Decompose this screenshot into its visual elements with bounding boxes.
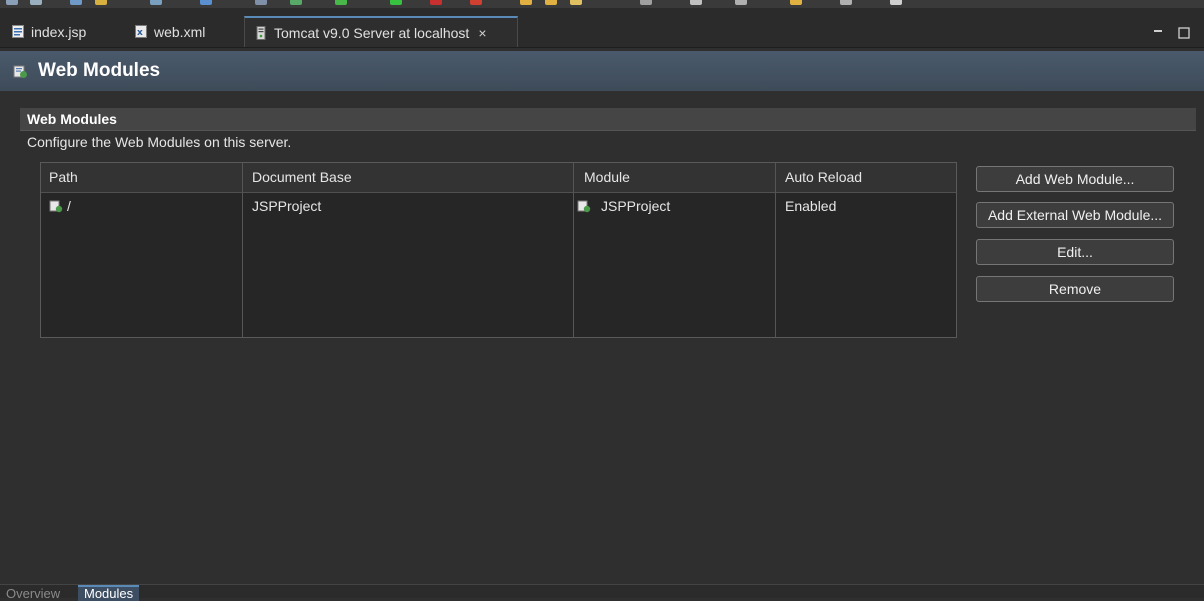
row-module: JSPProject — [601, 198, 671, 214]
tab-label: index.jsp — [31, 23, 87, 40]
toolbar-icon[interactable] — [790, 0, 802, 5]
toolbar-icon[interactable] — [70, 0, 82, 5]
minimize-icon[interactable] — [1153, 27, 1163, 41]
section-title: Web Modules — [27, 111, 117, 127]
tomcat-server-icon — [255, 26, 267, 40]
column-divider — [775, 163, 776, 337]
column-header-document-base[interactable]: Document Base — [252, 169, 352, 185]
tab-label: web.xml — [154, 23, 206, 40]
xml-file-icon: x — [135, 25, 147, 38]
tab-overview[interactable]: Overview — [6, 587, 60, 601]
jsp-file-icon — [12, 25, 24, 38]
section-description: Configure the Web Modules on this server… — [27, 134, 292, 150]
add-web-module-button[interactable]: Add Web Module... — [976, 166, 1174, 192]
toolbar-icon[interactable] — [290, 0, 302, 5]
edit-button[interactable]: Edit... — [976, 239, 1174, 265]
column-header-path[interactable]: Path — [49, 169, 78, 185]
add-external-web-module-button[interactable]: Add External Web Module... — [976, 202, 1174, 228]
web-module-icon — [49, 200, 63, 213]
toolbar-icon[interactable] — [30, 0, 42, 5]
toolbar-icon[interactable] — [200, 0, 212, 5]
close-icon[interactable]: × — [478, 25, 486, 41]
editor-tab-bar: index.jsp x web.xml Tomcat v9.0 Server a… — [0, 8, 1204, 48]
page-title: Web Modules — [38, 60, 161, 81]
section-header: Web Modules — [20, 108, 1196, 131]
row-path: / — [67, 198, 71, 214]
column-divider — [242, 163, 243, 337]
toolbar-icon[interactable] — [545, 0, 557, 5]
toolbar-icon[interactable] — [390, 0, 402, 5]
tab-modules[interactable]: Modules — [78, 585, 140, 601]
row-path-cell: / — [49, 198, 71, 214]
toolbar-icon[interactable] — [430, 0, 442, 5]
toolbar-icon[interactable] — [6, 0, 18, 5]
toolbar-icon[interactable] — [470, 0, 482, 5]
project-icon — [577, 200, 591, 213]
tab-tomcat-server[interactable]: Tomcat v9.0 Server at localhost × — [244, 16, 518, 47]
column-header-module[interactable]: Module — [584, 169, 630, 185]
toolbar-icon[interactable] — [890, 0, 902, 5]
row-auto-reload: Enabled — [785, 198, 837, 214]
remove-button[interactable]: Remove — [976, 276, 1174, 302]
toolbar-icon[interactable] — [95, 0, 107, 5]
column-header-auto-reload[interactable]: Auto Reload — [785, 169, 862, 185]
editor-page-tabs: Overview Modules — [0, 584, 1204, 601]
row-document-base: JSPProject — [252, 198, 322, 214]
toolbar-icon[interactable] — [640, 0, 652, 5]
toolbar-icon[interactable] — [255, 0, 267, 5]
toolbar-icon[interactable] — [690, 0, 702, 5]
web-module-icon — [13, 65, 28, 79]
tab-web-xml[interactable]: x web.xml — [135, 16, 205, 47]
web-modules-table[interactable]: Path Document Base Module Auto Reload / … — [40, 162, 957, 338]
toolbar-icon[interactable] — [570, 0, 582, 5]
maximize-icon[interactable] — [1178, 27, 1190, 42]
tab-label: Tomcat v9.0 Server at localhost — [274, 24, 470, 41]
tab-index-jsp[interactable]: index.jsp — [12, 16, 86, 47]
toolbar-icon[interactable] — [840, 0, 852, 5]
toolbar-icon[interactable] — [150, 0, 162, 5]
toolbar-icon[interactable] — [735, 0, 747, 5]
row-module-cell: JSPProject — [577, 198, 670, 214]
main-toolbar — [0, 0, 1204, 8]
toolbar-icon[interactable] — [335, 0, 347, 5]
table-header: Path Document Base Module Auto Reload — [41, 163, 956, 193]
toolbar-icon[interactable] — [520, 0, 532, 5]
column-divider — [573, 163, 574, 337]
svg-text:x: x — [137, 28, 143, 38]
form-header: Web Modules — [0, 51, 1204, 91]
